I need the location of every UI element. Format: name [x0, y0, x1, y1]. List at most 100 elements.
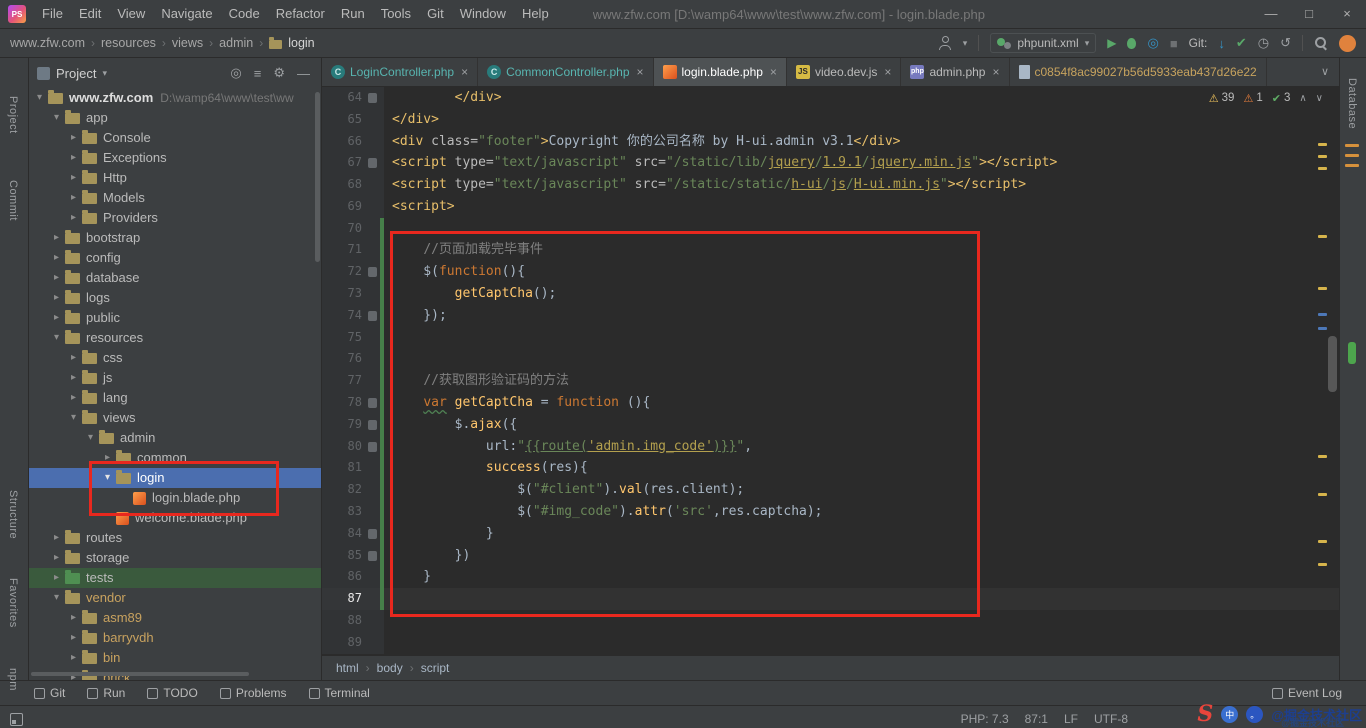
- code-line-81[interactable]: 81 success(res){: [322, 457, 1339, 479]
- editor-scrollbar[interactable]: [1328, 336, 1337, 392]
- code-editor[interactable]: 64 </div>65</div>66<div class="footer">C…: [322, 87, 1339, 655]
- tree-chevron-icon[interactable]: ▸: [67, 388, 80, 408]
- code-line-89[interactable]: 89: [322, 632, 1339, 654]
- history-clock-icon[interactable]: ◷: [1258, 35, 1269, 51]
- tree-item-lang[interactable]: ▸lang: [29, 388, 321, 408]
- tree-item-Console[interactable]: ▸Console: [29, 128, 321, 148]
- project-horizontal-scrollbar[interactable]: [31, 672, 249, 676]
- breadcrumb-item[interactable]: admin: [219, 36, 253, 50]
- tree-chevron-icon[interactable]: ▾: [50, 328, 63, 348]
- code-line-71[interactable]: 71 //页面加载完毕事件: [322, 239, 1339, 261]
- code-line-86[interactable]: 86 }: [322, 566, 1339, 588]
- project-panel-title[interactable]: Project: [56, 66, 96, 81]
- tree-chevron-icon[interactable]: ▸: [50, 268, 63, 288]
- tree-chevron-icon[interactable]: ▸: [67, 648, 80, 668]
- maximize-icon[interactable]: □: [1290, 0, 1328, 28]
- caret-position[interactable]: 87:1: [1025, 712, 1048, 726]
- tab-login.blade.php[interactable]: login.blade.php×: [654, 58, 787, 86]
- menu-navigate[interactable]: Navigate: [153, 0, 220, 28]
- code-line-73[interactable]: 73 getCaptCha();: [322, 283, 1339, 305]
- tree-item-www.zfw.com[interactable]: ▾www.zfw.comD:\wamp64\www\test\ww: [29, 88, 321, 108]
- code-area[interactable]: 64 </div>65</div>66<div class="footer">C…: [322, 87, 1339, 654]
- breadcrumb-item[interactable]: login: [288, 36, 314, 50]
- tree-chevron-icon[interactable]: ▸: [50, 548, 63, 568]
- tab-admin.php[interactable]: phpadmin.php×: [901, 58, 1009, 86]
- tree-item-Http[interactable]: ▸Http: [29, 168, 321, 188]
- code-line-75[interactable]: 75: [322, 327, 1339, 349]
- code-line-69[interactable]: 69<script>: [322, 196, 1339, 218]
- locate-file-icon[interactable]: ◎: [227, 65, 244, 81]
- breadcrumb-item[interactable]: html: [336, 661, 359, 675]
- menu-refactor[interactable]: Refactor: [268, 0, 333, 28]
- tool-stripe-database[interactable]: Database: [1346, 78, 1358, 129]
- hidden-tabs-dropdown-icon[interactable]: ∨: [1311, 65, 1339, 78]
- tree-item-app[interactable]: ▾app: [29, 108, 321, 128]
- menu-git[interactable]: Git: [419, 0, 452, 28]
- breadcrumb-item[interactable]: resources: [101, 36, 156, 50]
- breadcrumb-item[interactable]: script: [421, 661, 450, 675]
- tree-item-bootstrap[interactable]: ▸bootstrap: [29, 228, 321, 248]
- tree-item-login.blade.php[interactable]: login.blade.php: [29, 488, 321, 508]
- avatar[interactable]: [1339, 35, 1356, 52]
- tree-item-vendor[interactable]: ▾vendor: [29, 588, 321, 608]
- code-line-77[interactable]: 77 //获取图形验证码的方法: [322, 370, 1339, 392]
- code-line-87[interactable]: 87: [322, 588, 1339, 610]
- code-line-83[interactable]: 83 $("#img_code").attr('src',res.captcha…: [322, 501, 1339, 523]
- menu-code[interactable]: Code: [221, 0, 268, 28]
- hide-panel-icon[interactable]: —: [294, 66, 313, 81]
- tab-c0854f8ac99027b56d5933eab437d26e22[interactable]: c0854f8ac99027b56d5933eab437d26e22: [1010, 58, 1267, 86]
- file-encoding[interactable]: UTF-8: [1094, 712, 1128, 726]
- tree-item-welcome.blade.php[interactable]: welcome.blade.php: [29, 508, 321, 528]
- tree-item-login[interactable]: ▾login: [29, 468, 321, 488]
- tree-item-routes[interactable]: ▸routes: [29, 528, 321, 548]
- code-line-78[interactable]: 78 var getCaptCha = function (){: [322, 392, 1339, 414]
- tool-stripe-npm[interactable]: npm: [7, 668, 19, 691]
- tab-video.dev.js[interactable]: JSvideo.dev.js×: [787, 58, 902, 86]
- breadcrumb-item[interactable]: www.zfw.com: [10, 36, 85, 50]
- close-tab-icon[interactable]: ×: [884, 65, 891, 79]
- code-line-72[interactable]: 72 $(function(){: [322, 261, 1339, 283]
- tree-item-views[interactable]: ▾views: [29, 408, 321, 428]
- toolbar-terminal[interactable]: Terminal: [309, 686, 370, 700]
- tool-stripe-commit[interactable]: Commit: [7, 180, 19, 221]
- tree-item-storage[interactable]: ▸storage: [29, 548, 321, 568]
- tree-chevron-icon[interactable]: ▸: [67, 628, 80, 648]
- chevron-down-icon[interactable]: ▾: [102, 68, 107, 79]
- tool-windows-toggle-icon[interactable]: [10, 713, 23, 726]
- tree-chevron-icon[interactable]: ▸: [67, 128, 80, 148]
- user-icon[interactable]: [938, 36, 952, 50]
- close-tab-icon[interactable]: ×: [637, 65, 644, 79]
- menu-tools[interactable]: Tools: [373, 0, 419, 28]
- tree-item-logs[interactable]: ▸logs: [29, 288, 321, 308]
- collapse-all-icon[interactable]: ≡: [251, 66, 265, 81]
- toolbar-run[interactable]: Run: [87, 686, 125, 700]
- tree-chevron-icon[interactable]: ▾: [50, 588, 63, 608]
- menu-run[interactable]: Run: [333, 0, 373, 28]
- tree-item-admin[interactable]: ▾admin: [29, 428, 321, 448]
- tree-item-database[interactable]: ▸database: [29, 268, 321, 288]
- tool-stripe-project[interactable]: Project: [7, 96, 19, 134]
- menu-help[interactable]: Help: [514, 0, 557, 28]
- tree-chevron-icon[interactable]: ▸: [67, 168, 80, 188]
- tree-chevron-icon[interactable]: ▸: [67, 148, 80, 168]
- toolbar-git[interactable]: Git: [34, 686, 65, 700]
- tree-item-common[interactable]: ▸common: [29, 448, 321, 468]
- search-icon[interactable]: [1314, 36, 1328, 50]
- tree-item-config[interactable]: ▸config: [29, 248, 321, 268]
- tree-chevron-icon[interactable]: ▸: [50, 568, 63, 588]
- minimize-icon[interactable]: —: [1252, 0, 1290, 28]
- tool-stripe-structure[interactable]: Structure: [7, 490, 19, 539]
- tab-LoginController.php[interactable]: CLoginController.php×: [322, 58, 478, 86]
- prev-problem-icon[interactable]: ∧: [1299, 93, 1306, 104]
- tree-item-asm89[interactable]: ▸asm89: [29, 608, 321, 628]
- code-line-76[interactable]: 76: [322, 348, 1339, 370]
- tree-item-Models[interactable]: ▸Models: [29, 188, 321, 208]
- code-line-65[interactable]: 65</div>: [322, 109, 1339, 131]
- code-line-84[interactable]: 84 }: [322, 523, 1339, 545]
- tab-CommonController.php[interactable]: CCommonController.php×: [478, 58, 653, 86]
- tree-chevron-icon[interactable]: ▾: [101, 468, 114, 488]
- tree-item-tests[interactable]: ▸tests: [29, 568, 321, 588]
- toolbar-todo[interactable]: TODO: [147, 686, 197, 700]
- tree-item-Exceptions[interactable]: ▸Exceptions: [29, 148, 321, 168]
- menu-file[interactable]: File: [34, 0, 71, 28]
